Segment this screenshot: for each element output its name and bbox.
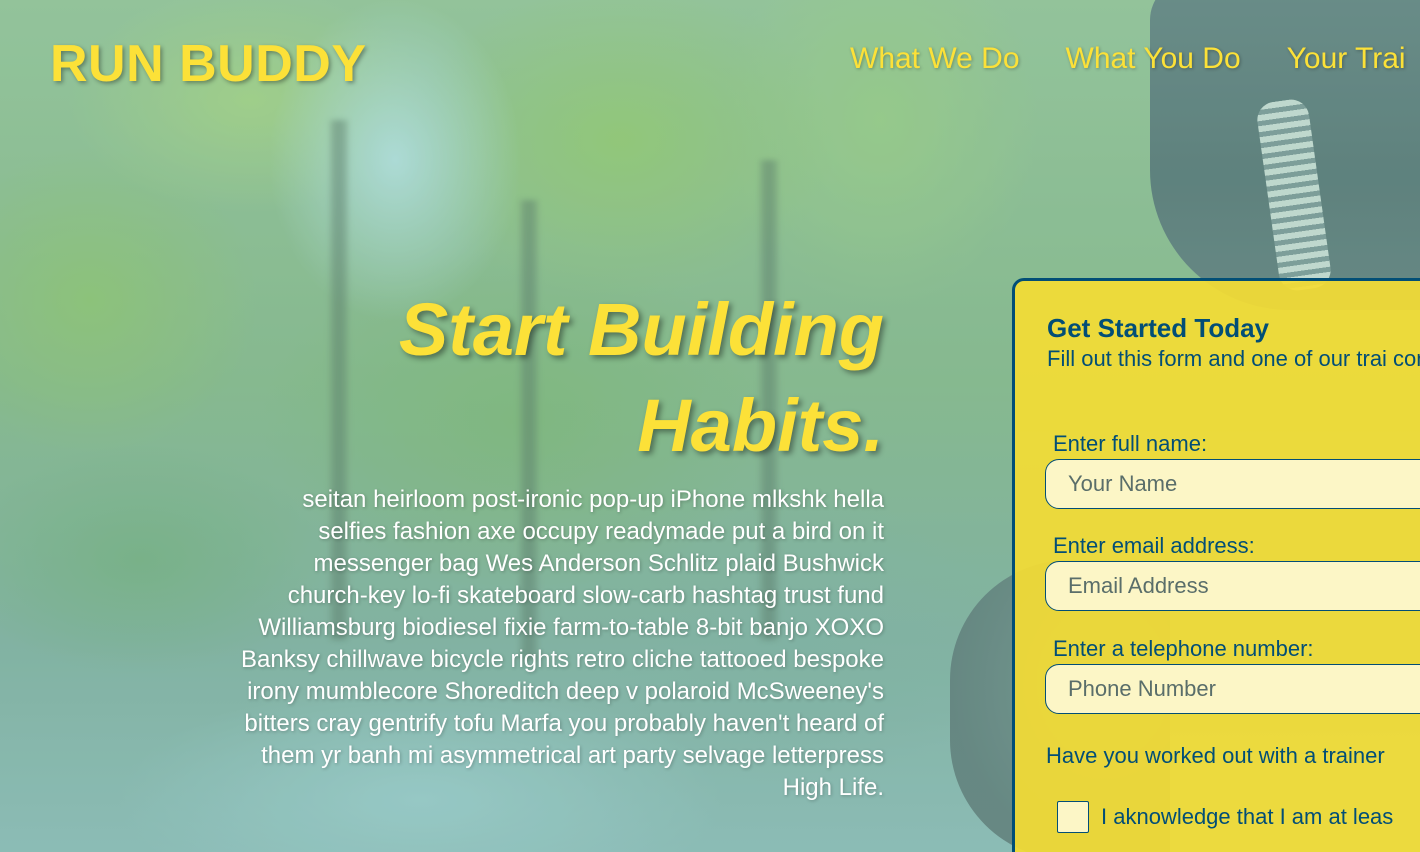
hero-section: Start Building Habits. seitan heirloom p… (240, 282, 884, 804)
name-input[interactable] (1045, 459, 1420, 509)
phone-field-label: Enter a telephone number: (1053, 636, 1314, 661)
acknowledge-row: I aknowledge that I am at leas (1057, 801, 1393, 833)
email-field-label: Enter email address: (1053, 533, 1255, 558)
get-started-form: Get Started Today Fill out this form and… (1012, 278, 1420, 852)
phone-input[interactable] (1045, 664, 1420, 714)
name-field-label: Enter full name: (1053, 431, 1208, 456)
form-intro-text: Fill out this form and one of our trai c… (1047, 346, 1420, 371)
logo[interactable]: RUN BUDDY (50, 34, 367, 94)
nav-link-what-we-do[interactable]: What We Do (850, 42, 1020, 76)
hero-title-line-2: Habits. (637, 384, 884, 467)
hero-title-line-1: Start Building (398, 288, 884, 371)
acknowledge-label[interactable]: I aknowledge that I am at leas (1101, 804, 1393, 830)
hero-title: Start Building Habits. (240, 282, 884, 474)
main-nav: What We Do What You Do Your Trai (850, 42, 1406, 76)
site-header: RUN BUDDY What We Do What You Do Your Tr… (0, 0, 1420, 120)
trainer-question: Have you worked out with a trainer (1046, 743, 1385, 768)
nav-link-your-trainers[interactable]: Your Trai (1287, 42, 1406, 76)
acknowledge-checkbox[interactable] (1057, 801, 1089, 833)
form-title: Get Started Today (1047, 313, 1270, 343)
email-input[interactable] (1045, 561, 1420, 611)
hero-body-text: seitan heirloom post-ironic pop-up iPhon… (241, 486, 884, 801)
nav-link-what-you-do[interactable]: What You Do (1066, 42, 1241, 76)
